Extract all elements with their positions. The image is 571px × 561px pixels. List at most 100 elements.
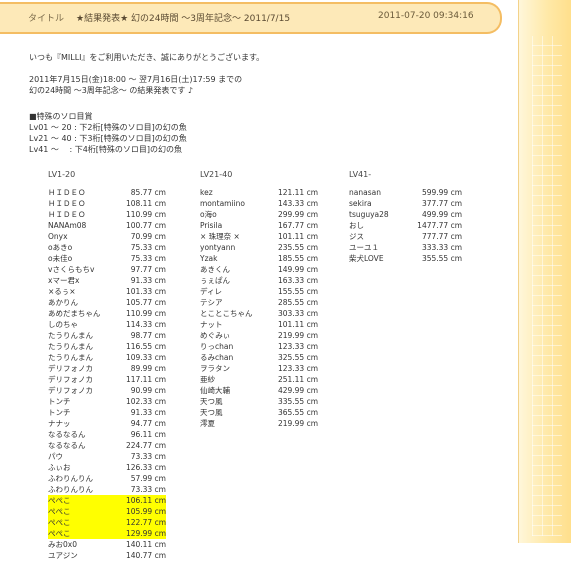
result-row: パウ 73.33 cm [48, 451, 166, 462]
result-row: Prisila 167.77 cm [200, 220, 318, 231]
column-heading: LV21-40 [200, 170, 233, 179]
result-row: トンチ 102.33 cm [48, 396, 166, 407]
result-row: 亜紗 251.11 cm [200, 374, 318, 385]
player-name: vさくらもちv [48, 265, 95, 274]
player-name: ＨＩＤＥＯ [48, 188, 86, 197]
fish-size: 106.11 cm [125, 496, 166, 505]
player-name: たうりんまん [48, 331, 93, 340]
result-row: ジス 777.77 cm [349, 231, 462, 242]
fish-size: 121.11 cm [277, 188, 318, 197]
fish-size: 224.77 cm [125, 441, 166, 450]
fish-size: 140.77 cm [125, 551, 166, 560]
result-row: たうりんまん 116.55 cm [48, 341, 166, 352]
player-name: × 珠理奈 × [200, 232, 240, 241]
result-row: なるなるん 224.77 cm [48, 440, 166, 451]
player-name: 亜紗 [200, 375, 215, 384]
fish-size: 333.33 cm [421, 243, 462, 252]
fish-size: 303.33 cm [277, 309, 318, 318]
result-row: デリフォノカ 90.99 cm [48, 385, 166, 396]
fish-size: 97.77 cm [130, 265, 166, 274]
fish-size: 1477.77 cm [417, 221, 462, 230]
side-divider [518, 0, 519, 543]
result-row: yontyann 235.55 cm [200, 242, 318, 253]
column-heading: LV41- [349, 170, 372, 179]
player-name: oあきo [48, 243, 73, 252]
fish-size: 91.33 cm [130, 408, 166, 417]
fish-size: 365.55 cm [277, 408, 318, 417]
player-name: トンチ [48, 397, 71, 406]
result-row: × 珠理奈 × 101.11 cm [200, 231, 318, 242]
result-row: kez 121.11 cm [200, 187, 318, 198]
result-row: ×るぅ× 101.33 cm [48, 286, 166, 297]
fish-size: 149.99 cm [277, 265, 318, 274]
result-row-highlighted: ぺぺこ 106.11 cm [48, 495, 166, 506]
player-name: ぅぇぱん [200, 276, 230, 285]
result-row: めぐみぃ 219.99 cm [200, 330, 318, 341]
player-name: tsuguya28 [349, 210, 389, 219]
body-line: Lv01 ～ 20 : 下2桁[特殊のソロ目]の幻の魚 [29, 123, 187, 132]
fish-size: 429.99 cm [277, 386, 318, 395]
result-row: 柴犬LOVE 355.55 cm [349, 253, 462, 264]
fish-size: 123.33 cm [277, 364, 318, 373]
body-line: Lv41 ～ : 下4桁[特殊のソロ目]の幻の魚 [29, 145, 183, 154]
player-name: たうりんまん [48, 353, 93, 362]
fish-size: 117.11 cm [125, 375, 166, 384]
player-name: ユーユ１ [349, 243, 379, 252]
result-row: みお0x0 140.11 cm [48, 539, 166, 550]
fish-size: 101.11 cm [277, 320, 318, 329]
fish-size: 499.99 cm [421, 210, 462, 219]
player-name: o海o [200, 210, 217, 219]
header-label: タイトル [28, 14, 65, 24]
fish-size: 105.99 cm [125, 507, 166, 516]
result-row: vさくらもちv 97.77 cm [48, 264, 166, 275]
fish-size: 123.33 cm [277, 342, 318, 351]
result-row: るみchan 325.55 cm [200, 352, 318, 363]
result-row: nanasan 599.99 cm [349, 187, 462, 198]
result-row: テシア 285.55 cm [200, 297, 318, 308]
fish-size: 140.11 cm [125, 540, 166, 549]
player-name: ＨＩＤＥＯ [48, 199, 86, 208]
result-row-highlighted: ぺぺこ 122.77 cm [48, 517, 166, 528]
result-row: ＨＩＤＥＯ 110.99 cm [48, 209, 166, 220]
post-header-bar: タイトル ★結果発表★ 幻の24時間 ～3周年記念～ 2011/7/15 201… [0, 2, 502, 34]
result-row: ふわりんりん 57.99 cm [48, 473, 166, 484]
fish-size: 98.77 cm [130, 331, 166, 340]
result-row: ぅぇぱん 163.33 cm [200, 275, 318, 286]
player-name: xマー君x [48, 276, 80, 285]
result-row: りっchan 123.33 cm [200, 341, 318, 352]
player-name: トンチ [48, 408, 71, 417]
player-name: 天つ風 [200, 397, 223, 406]
result-row: トンチ 91.33 cm [48, 407, 166, 418]
player-name: ジス [349, 232, 364, 241]
player-name: 天つ風 [200, 408, 223, 417]
fish-size: 126.33 cm [125, 463, 166, 472]
result-row: ユーユ１ 333.33 cm [349, 242, 462, 253]
player-name: Yzak [200, 254, 218, 263]
player-name: めぐみぃ [200, 331, 231, 340]
result-row: oあきo 75.33 cm [48, 242, 166, 253]
result-row: o未佳o 75.33 cm [48, 253, 166, 264]
player-name: Onyx [48, 232, 68, 241]
result-row: たうりんまん 109.33 cm [48, 352, 166, 363]
body-line: ■特殊のソロ目賞 [29, 112, 93, 121]
fish-size: 75.33 cm [130, 243, 166, 252]
fish-size: 163.33 cm [277, 276, 318, 285]
result-row: o海o 299.99 cm [200, 209, 318, 220]
result-row: ＨＩＤＥＯ 108.11 cm [48, 198, 166, 209]
fish-size: 101.11 cm [277, 232, 318, 241]
player-name: デリフォノカ [48, 375, 93, 384]
player-name: るみchan [200, 353, 234, 362]
fish-size: 101.33 cm [125, 287, 166, 296]
result-row: あめだまちゃん 110.99 cm [48, 308, 166, 319]
fish-size: 108.11 cm [125, 199, 166, 208]
player-name: ×るぅ× [48, 287, 76, 296]
fish-size: 599.99 cm [421, 188, 462, 197]
result-row: おし 1477.77 cm [349, 220, 462, 231]
player-name: ディレ [200, 287, 222, 296]
fish-size: 235.55 cm [277, 243, 318, 252]
result-row: あかりん 105.77 cm [48, 297, 166, 308]
body-line: 2011年7月15日(金)18:00 ～ 翌7月16日(土)17:59 までの [29, 75, 243, 84]
result-row: ユアジン 140.77 cm [48, 550, 166, 561]
player-name: ぺぺこ [48, 507, 71, 516]
fish-size: 102.33 cm [125, 397, 166, 406]
